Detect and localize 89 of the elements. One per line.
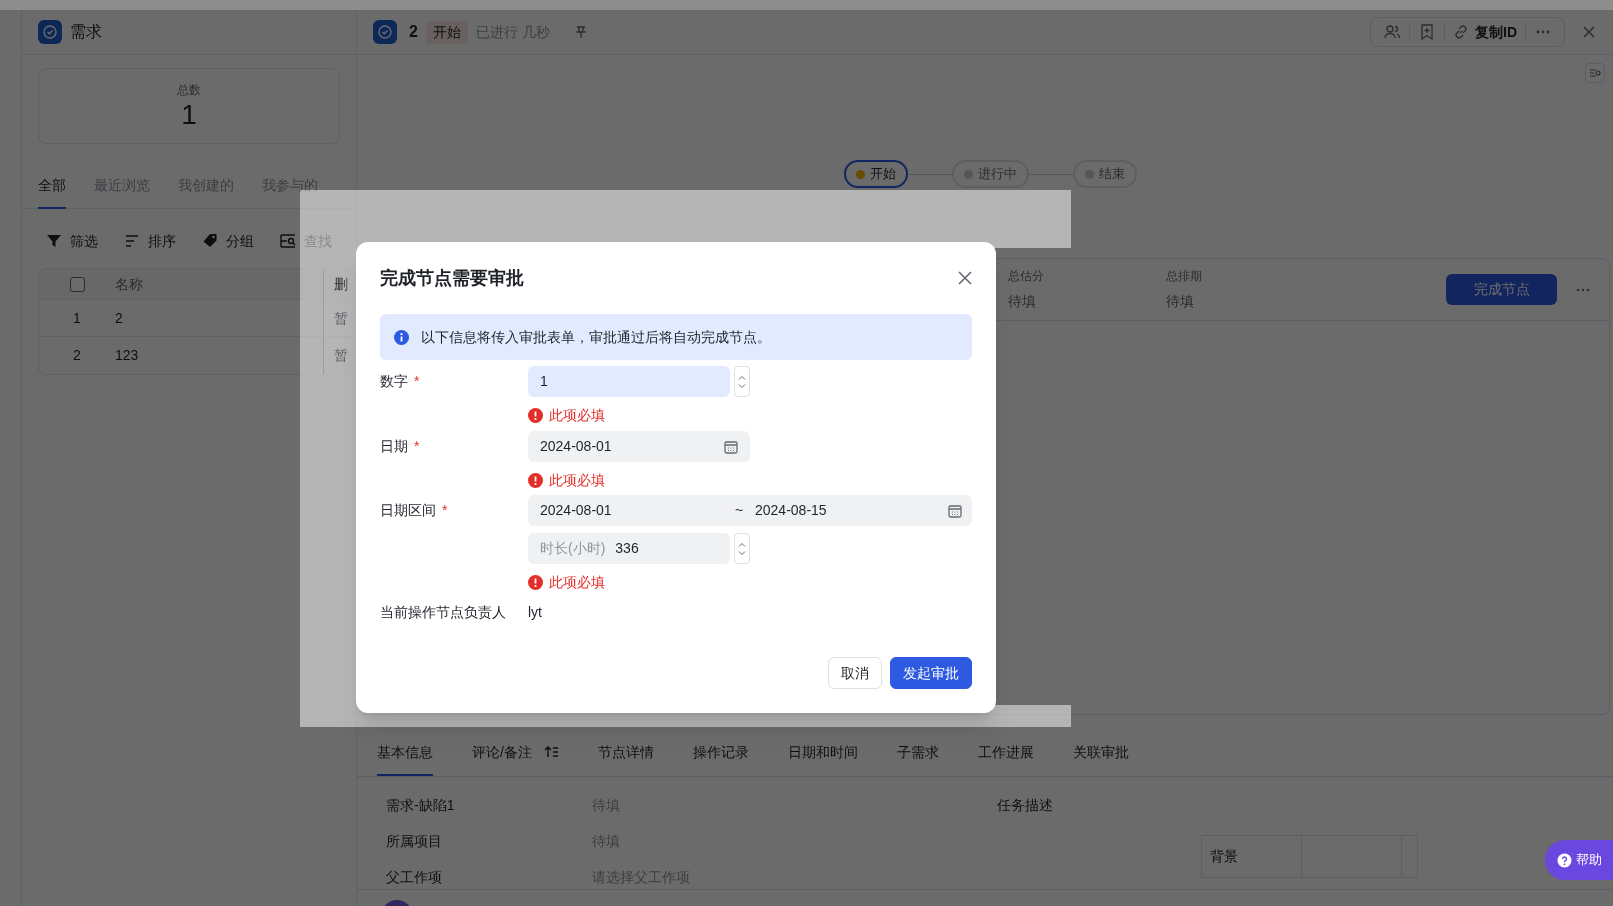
search-icon <box>280 233 296 249</box>
info-text: 以下信息将传入审批表单，审批通过后将自动完成节点。 <box>421 327 771 347</box>
stat-label: 总数 <box>177 82 201 99</box>
summary-value: 待填 <box>1008 292 1037 311</box>
table-cell-text: 123 <box>115 346 140 365</box>
required-mark: * <box>414 437 420 456</box>
tab[interactable]: 基本信息 <box>377 730 433 776</box>
submit-button[interactable]: 发起审批 <box>890 657 972 689</box>
chevron-down-icon <box>738 383 746 389</box>
tab[interactable]: 工作进展 <box>977 730 1034 776</box>
tab[interactable]: 全部 <box>38 171 66 209</box>
tab[interactable]: 操作记录 <box>692 730 749 776</box>
field-label: 数字 <box>380 372 408 391</box>
duration-value: 336 <box>615 539 639 558</box>
calendar-icon <box>724 439 738 454</box>
date-value: 2024-08-01 <box>540 501 613 520</box>
tab[interactable]: 子需求 <box>896 730 939 776</box>
people-icon[interactable] <box>1383 23 1401 41</box>
app-icon <box>38 20 62 44</box>
tab[interactable]: 关联审批 <box>1072 730 1129 776</box>
summary-value: 待填 <box>1166 292 1195 311</box>
bookmark-icon[interactable] <box>1418 23 1436 41</box>
date-input[interactable]: 2024-08-01 <box>528 431 750 462</box>
stepper[interactable] <box>734 366 750 397</box>
field-label: 所属项目 <box>386 831 443 851</box>
error-message: 此项必填 <box>549 470 605 490</box>
cancel-button[interactable]: 取消 <box>828 657 882 689</box>
filter-icon <box>46 233 62 249</box>
row-number: 2 <box>72 346 82 365</box>
error-icon <box>528 574 543 590</box>
close-icon[interactable] <box>1581 24 1597 40</box>
app-icon <box>373 20 397 44</box>
close-icon[interactable] <box>958 271 972 285</box>
status-tag: 开始 <box>425 20 468 44</box>
sort-icon <box>124 233 140 249</box>
tab[interactable]: 评论/备注 <box>472 730 559 776</box>
complete-node-button[interactable]: 完成节点 <box>1446 274 1557 305</box>
item-title: 2 <box>409 22 418 42</box>
column-header: 名称 <box>115 274 144 294</box>
stepper[interactable] <box>734 533 750 564</box>
help-button[interactable]: 帮助 <box>1545 840 1613 880</box>
link-icon <box>1453 24 1469 40</box>
settings-button[interactable] <box>1585 63 1605 83</box>
toolbar-button[interactable]: 筛选 <box>46 230 98 252</box>
table-cell-text: 2 <box>115 308 124 328</box>
tab[interactable]: 节点详情 <box>597 730 654 776</box>
field-label: 当前操作节点负责人 <box>380 602 506 622</box>
error-message: 此项必填 <box>549 405 605 425</box>
settings-icon <box>1589 67 1601 79</box>
error-icon <box>528 407 543 423</box>
toolbar-button[interactable]: 分组 <box>202 230 254 252</box>
dialog-title: 完成节点需要审批 <box>380 266 524 290</box>
row-number: 1 <box>72 308 82 328</box>
section-label: 任务描述 <box>997 797 1054 813</box>
error-message: 此项必填 <box>549 572 605 592</box>
input-prefix: 时长(小时) <box>540 539 606 558</box>
error-icon <box>528 472 543 488</box>
toolbar-button[interactable]: 排序 <box>124 230 176 252</box>
number-input[interactable]: 1 <box>528 366 730 397</box>
info-icon <box>394 329 409 345</box>
field-label: 父工作项 <box>386 867 443 887</box>
workflow-node[interactable]: 进行中 <box>951 160 1029 188</box>
field-label: 日期 <box>380 437 408 456</box>
copy-id-button[interactable]: 复制ID <box>1449 21 1521 43</box>
summary-label: 总排期 <box>1166 268 1203 285</box>
stat-value: 1 <box>181 99 197 131</box>
workflow-node[interactable]: 开始 <box>843 160 908 188</box>
tab[interactable]: 日期和时间 <box>787 730 858 776</box>
help-icon <box>1556 852 1572 868</box>
date-range-input[interactable]: 2024-08-01 ~ 2024-08-15 <box>528 495 972 526</box>
chevron-down-icon <box>738 550 746 556</box>
range-separator: ~ <box>735 501 745 520</box>
date-value: 2024-08-15 <box>755 501 828 520</box>
calendar-icon <box>948 503 962 518</box>
workflow-node[interactable]: 结束 <box>1072 160 1137 188</box>
chevron-up-icon <box>738 374 746 380</box>
date-value: 2024-08-01 <box>540 437 612 456</box>
field-label: 需求-缺陷1 <box>386 795 456 815</box>
field-value: lyt <box>528 602 542 622</box>
summary-label: 总估分 <box>1008 268 1045 285</box>
duration-input[interactable]: 时长(小时) 336 <box>528 533 730 564</box>
panel-title: 需求 <box>70 22 102 42</box>
tag-icon <box>202 233 218 249</box>
required-mark: * <box>414 372 420 391</box>
field-label: 日期区间 <box>380 501 436 520</box>
table-header: 背景 <box>1210 847 1238 866</box>
chevron-up-icon <box>738 541 746 547</box>
checkbox[interactable] <box>69 276 85 292</box>
required-mark: * <box>442 501 448 520</box>
